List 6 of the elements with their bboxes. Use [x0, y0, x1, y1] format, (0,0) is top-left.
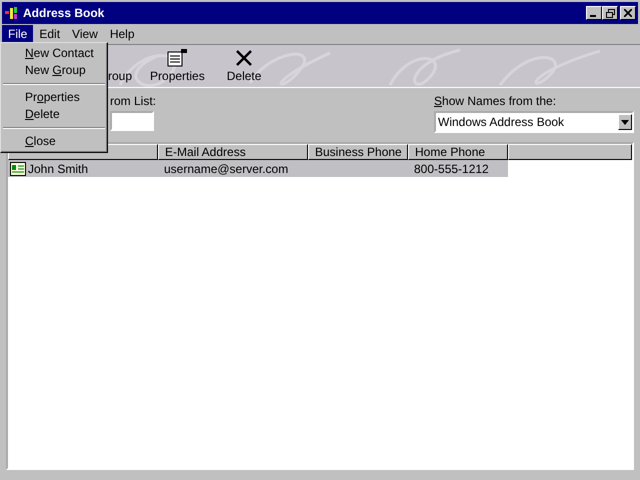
table-cell: 800-555-1212: [414, 162, 489, 176]
source-label: Show Names from the:: [434, 94, 558, 108]
table-cell: username@server.com: [164, 162, 288, 176]
window-title: Address Book: [23, 6, 106, 20]
search-label: rom List:: [110, 94, 156, 108]
table-cell: John Smith: [28, 162, 88, 176]
